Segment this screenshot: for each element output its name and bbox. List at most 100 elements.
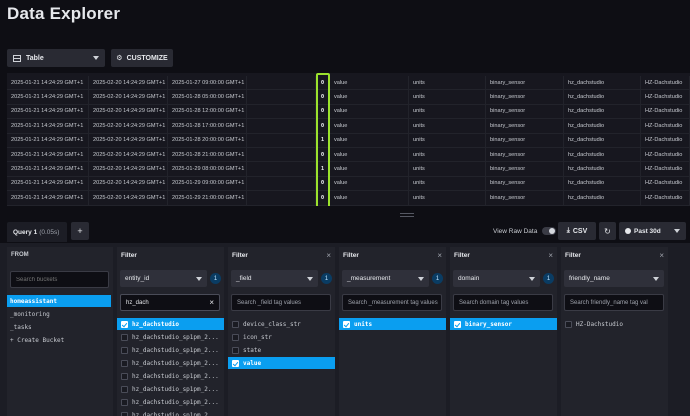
filter-key-dropdown[interactable]: entity_id <box>120 270 207 287</box>
close-icon[interactable]: × <box>326 251 331 260</box>
checkbox[interactable] <box>232 320 239 328</box>
tag-value-item[interactable]: value <box>228 357 335 369</box>
checkbox[interactable] <box>121 411 128 416</box>
close-icon[interactable]: × <box>659 251 664 260</box>
filter-card: Filter × _field 1 Search _field tag values de… <box>228 247 335 416</box>
bucket-item[interactable]: _monitoring <box>7 308 111 320</box>
tag-value-item[interactable]: hz_dachstudio_sp1pm_2... <box>117 396 224 408</box>
tag-value-item[interactable]: hz_dachstudio_sp1pm_2... <box>117 409 224 416</box>
tag-value-item[interactable]: state <box>228 344 335 356</box>
filter-key-dropdown[interactable]: friendly_name <box>564 270 664 287</box>
time-range-dropdown[interactable]: Past 30d <box>619 222 686 240</box>
table-cell: binary_sensor <box>486 119 564 133</box>
table-cell: binary_sensor <box>486 162 564 176</box>
close-icon[interactable]: × <box>548 251 553 260</box>
tag-value-item[interactable]: hz_dachstudio <box>117 318 224 330</box>
table-cell: 2025-01-28 21:00:00 GMT+1 <box>168 148 247 162</box>
table-cell <box>247 90 316 104</box>
checkbox[interactable] <box>121 346 128 354</box>
selected-count-badge: 1 <box>543 273 554 284</box>
tag-value-item[interactable]: hz_dachstudio_sp1pm_2... <box>117 344 224 356</box>
resize-handle[interactable] <box>400 213 414 217</box>
tag-search-input[interactable]: Search friendly_name tag val <box>564 294 664 311</box>
tag-value-item[interactable]: hz_dachstudio_sp1pm_2... <box>117 370 224 382</box>
table-cell: 2025-01-21 14:24:29 GMT+1 <box>7 76 89 90</box>
checkbox[interactable] <box>121 333 128 341</box>
chevron-down-icon <box>529 276 535 281</box>
tag-search-input[interactable]: Search _field tag values <box>231 294 331 311</box>
page-title: Data Explorer <box>7 4 121 23</box>
tag-search-input[interactable]: Search _measurement tag values <box>342 294 442 311</box>
checkbox[interactable] <box>121 398 128 406</box>
view-raw-data[interactable]: View Raw Data <box>493 227 557 235</box>
tag-search-input[interactable]: Search domain tag values <box>453 294 553 311</box>
table-row: 2025-01-21 14:24:29 GMT+1 2025-02-20 14:2… <box>7 191 690 206</box>
filter-key-dropdown[interactable]: _field <box>231 270 318 287</box>
table-cell: units <box>409 148 486 162</box>
customize-button[interactable]: ⚙ CUSTOMIZE <box>111 49 173 67</box>
tag-value-item[interactable]: units <box>339 318 446 330</box>
filter-key-dropdown[interactable]: domain <box>453 270 540 287</box>
checkbox[interactable] <box>232 359 239 367</box>
filter-key-dropdown[interactable]: _measurement <box>342 270 429 287</box>
selected-count-badge: 1 <box>432 273 443 284</box>
results-table[interactable]: 2025-01-21 14:24:29 GMT+1 2025-02-20 14:2… <box>7 73 690 206</box>
checkbox[interactable] <box>232 333 239 341</box>
filter-header: Filter <box>117 247 224 263</box>
table-cell: hz_dachstudio <box>564 191 641 205</box>
filter-card: Filter entity_id 1 hz_dach × hz_dachstudio hz_… <box>117 247 224 416</box>
bucket-search-input[interactable] <box>10 271 109 288</box>
refresh-button[interactable]: ↻ <box>599 222 616 240</box>
table-cell: 2025-01-29 21:00:00 GMT+1 <box>168 191 247 205</box>
csv-button[interactable]: ⤓ CSV <box>558 222 596 240</box>
table-row: 2025-01-21 14:24:29 GMT+1 2025-02-20 14:2… <box>7 76 690 91</box>
checkbox[interactable] <box>121 372 128 380</box>
checkbox[interactable] <box>454 320 461 328</box>
bucket-item[interactable]: homeassistant <box>7 295 111 307</box>
tag-value-item[interactable]: hz_dachstudio_sp1pm_2... <box>117 357 224 369</box>
filter-label: Filter <box>565 251 581 259</box>
checkbox[interactable] <box>121 359 128 367</box>
clock-icon <box>625 228 631 234</box>
tag-search-input[interactable]: hz_dach × <box>120 294 220 311</box>
checkbox[interactable] <box>565 320 572 328</box>
table-cell: 2025-02-20 14:24:29 GMT+1 <box>89 162 168 176</box>
create-bucket-button[interactable]: + Create Bucket <box>7 334 111 346</box>
table-cell: HZ-Dachstudio <box>641 119 690 133</box>
chevron-down-icon <box>653 276 659 281</box>
table-cell: units <box>409 104 486 119</box>
table-cell: units <box>409 133 486 147</box>
view-raw-label: View Raw Data <box>493 227 538 235</box>
table-cell: units <box>409 76 486 90</box>
filter-header: Filter × <box>228 247 335 263</box>
tag-value-item[interactable]: hz_dachstudio_sp1pm_2... <box>117 383 224 395</box>
table-cell: value <box>330 104 409 119</box>
checkbox[interactable] <box>343 320 350 328</box>
table-cell: hz_dachstudio <box>564 176 641 191</box>
tag-value-item[interactable]: device_class_str <box>228 318 335 330</box>
table-cell: 2025-01-28 20:00:00 GMT+1 <box>168 133 247 147</box>
bucket-item[interactable]: _tasks <box>7 321 111 333</box>
table-cell <box>247 133 316 147</box>
view-raw-toggle[interactable] <box>542 227 557 235</box>
table-cell: value <box>330 90 409 104</box>
close-icon[interactable]: × <box>437 251 442 260</box>
tag-value-item[interactable]: hz_dachstudio_sp1pm_2... <box>117 331 224 343</box>
checkbox[interactable] <box>121 385 128 393</box>
tag-value-item[interactable]: HZ-Dachstudio <box>561 318 668 330</box>
checkbox[interactable] <box>121 320 128 328</box>
table-cell: 2025-01-28 12:00:00 GMT+1 <box>168 104 247 119</box>
table-cell <box>247 148 316 162</box>
add-query-button[interactable]: + <box>71 222 89 240</box>
time-range-label: Past 30d <box>634 227 661 235</box>
checkbox[interactable] <box>232 346 239 354</box>
clear-icon[interactable]: × <box>209 298 214 307</box>
value-cell: 0 <box>316 119 330 133</box>
query-builder: FROM homeassistant_monitoring_tasks+ Cre… <box>0 243 690 416</box>
table-cell: hz_dachstudio <box>564 104 641 119</box>
tab-query-1[interactable]: Query 1 (0.05s) <box>7 222 67 242</box>
from-label: FROM <box>11 252 29 258</box>
tag-value-item[interactable]: binary_sensor <box>450 318 557 330</box>
view-type-dropdown[interactable]: Table <box>7 49 105 67</box>
tag-value-item[interactable]: icon_str <box>228 331 335 343</box>
